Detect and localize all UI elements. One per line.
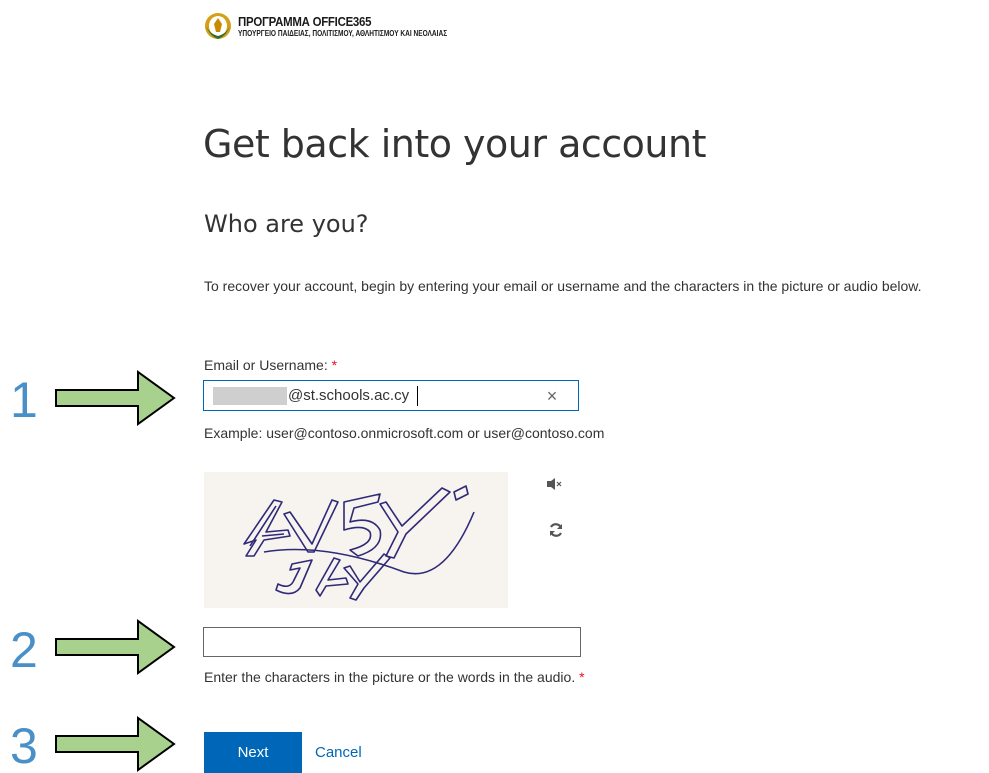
recovery-page: ΠΡΟΓΡΑΜΜΑ OFFICE365 ΥΠΟΥΡΓΕΙΟ ΠΑΙΔΕΙΑΣ, …	[0, 0, 989, 773]
cancel-link[interactable]: Cancel	[315, 744, 362, 761]
step-2-arrow-icon	[55, 619, 176, 675]
brand-subtitle: ΥΠΟΥΡΓΕΙΟ ΠΑΙΔΕΙΑΣ, ΠΟΛΙΤΙΣΜΟΥ, ΑΘΛΗΤΙΣΜ…	[238, 28, 448, 38]
step-1-number: 1	[10, 372, 38, 428]
required-marker: *	[579, 669, 585, 685]
email-input[interactable]: @st.schools.ac.cy ×	[203, 380, 579, 411]
captcha-hint: Enter the characters in the picture or t…	[204, 669, 585, 685]
cyprus-emblem-icon	[205, 13, 231, 39]
captcha-image	[204, 472, 508, 608]
brand-logo: ΠΡΟΓΡΑΜΜΑ OFFICE365 ΥΠΟΥΡΓΕΙΟ ΠΑΙΔΕΙΑΣ, …	[204, 12, 493, 40]
text-cursor	[417, 386, 418, 406]
email-example-text: Example: user@contoso.onmicrosoft.com or…	[204, 425, 605, 441]
brand-title: ΠΡΟΓΡΑΜΜΑ OFFICE365	[238, 13, 372, 29]
audio-captcha-icon[interactable]	[546, 477, 562, 491]
clear-input-button[interactable]: ×	[544, 387, 560, 405]
refresh-captcha-icon[interactable]	[548, 522, 564, 538]
next-button[interactable]: Next	[204, 732, 302, 773]
redacted-username	[213, 387, 287, 405]
email-input-value: @st.schools.ac.cy	[288, 387, 410, 404]
captcha-hint-text: Enter the characters in the picture or t…	[204, 669, 576, 685]
email-label: Email or Username: *	[204, 357, 337, 373]
step-3-number: 3	[10, 718, 38, 773]
email-label-text: Email or Username:	[204, 357, 328, 373]
step-1-arrow-icon	[55, 370, 176, 426]
page-title: Get back into your account	[203, 122, 706, 166]
required-marker: *	[331, 357, 338, 373]
instructions-text: To recover your account, begin by enteri…	[204, 278, 922, 294]
step-2-number: 2	[10, 622, 38, 678]
step-3-arrow-icon	[55, 716, 176, 772]
page-subtitle: Who are you?	[204, 210, 369, 238]
captcha-input[interactable]	[203, 627, 581, 657]
